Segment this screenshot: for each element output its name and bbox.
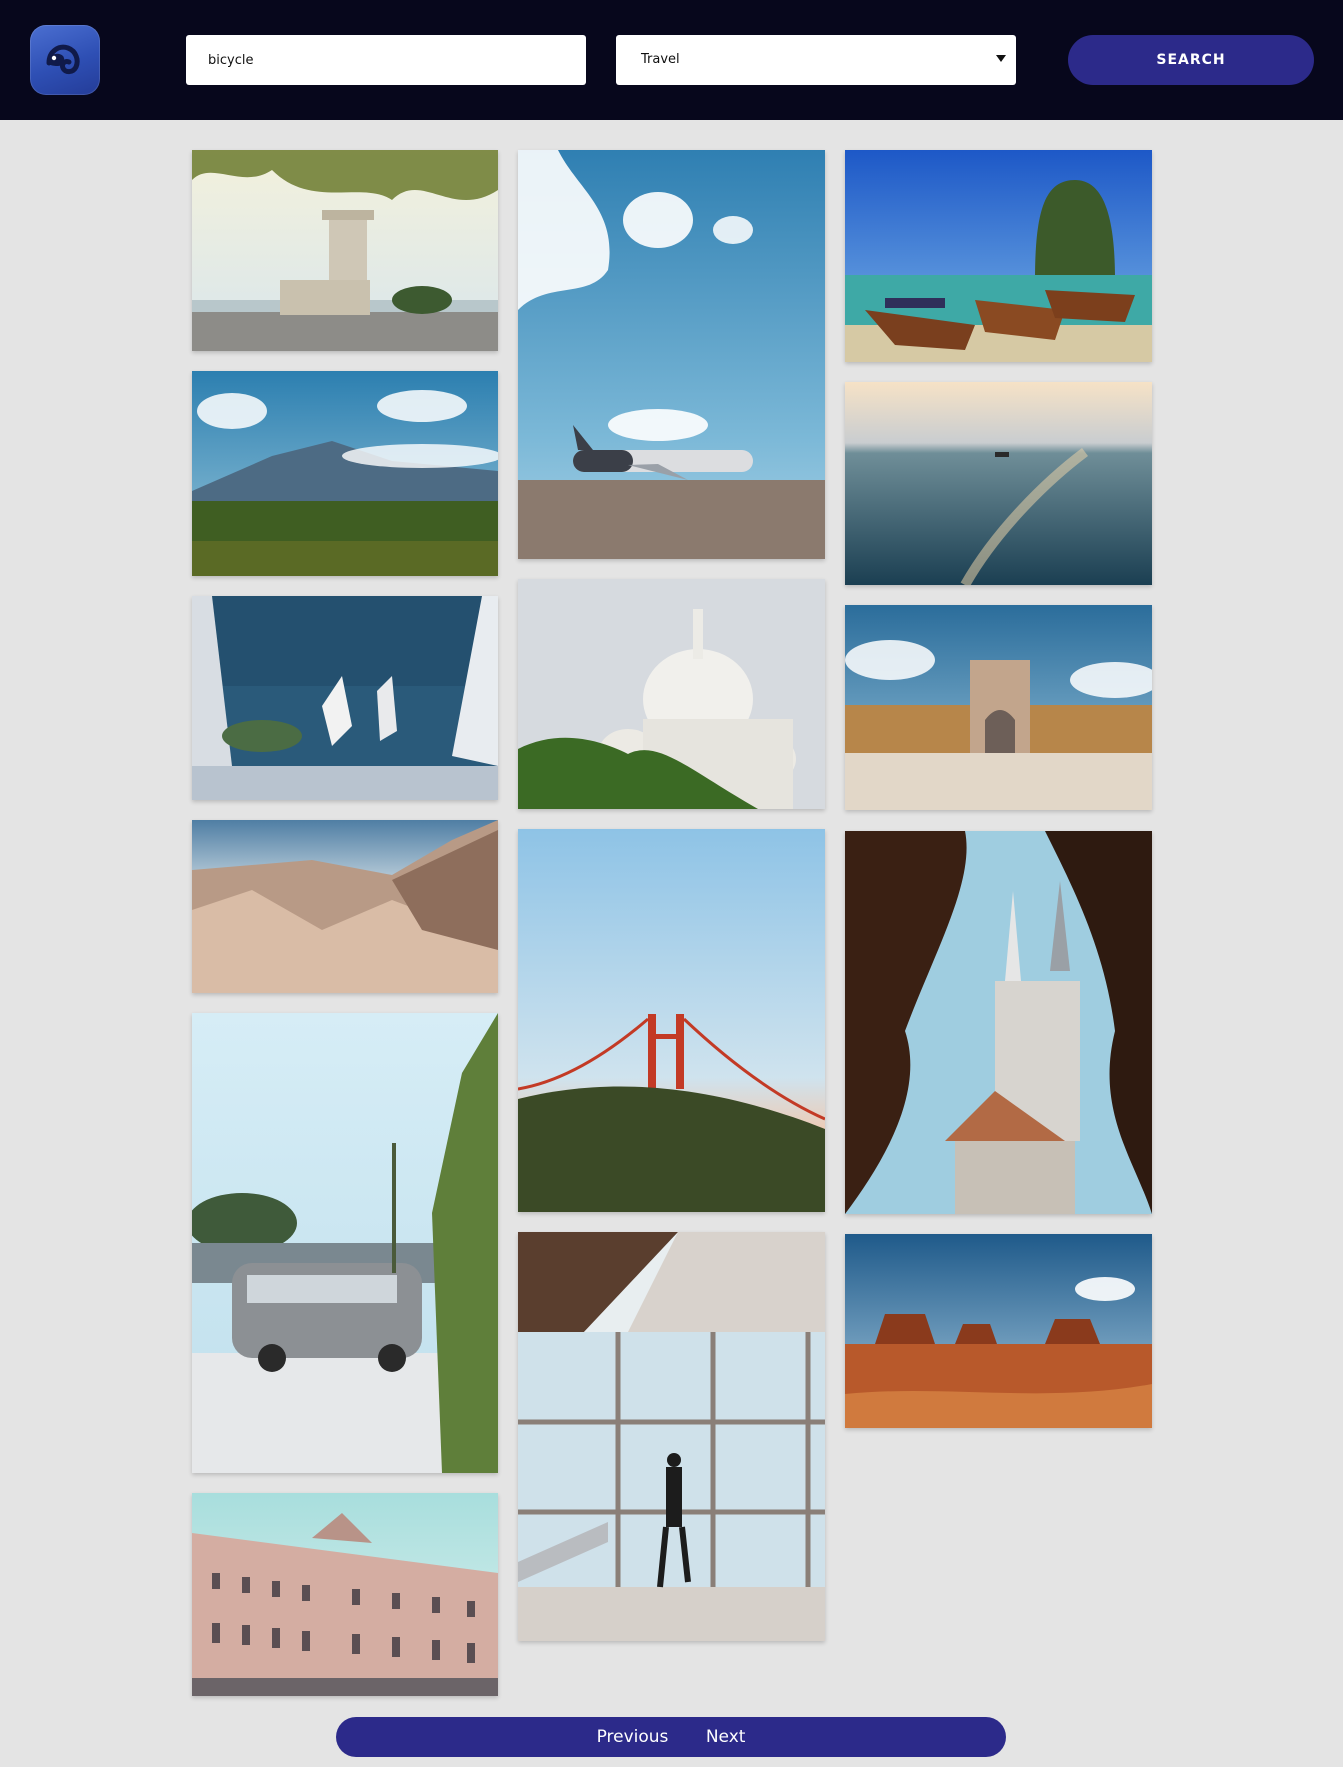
photo-cathedral-spires[interactable] bbox=[845, 831, 1152, 1214]
search-input[interactable] bbox=[186, 35, 586, 85]
caret-down-icon bbox=[996, 55, 1006, 62]
pagination-bar: Previous Next bbox=[336, 1717, 1006, 1757]
photo-sacre-coeur[interactable] bbox=[518, 579, 825, 809]
top-bar: Travel SEARCH bbox=[0, 0, 1343, 120]
chameleon-logo-icon[interactable] bbox=[30, 25, 100, 95]
photo-baroque-palace[interactable] bbox=[192, 1493, 498, 1696]
photo-golden-gate-bridge[interactable] bbox=[518, 829, 825, 1212]
photo-longtail-boats[interactable] bbox=[845, 150, 1152, 362]
category-select-value: Travel bbox=[641, 52, 680, 67]
photo-mountain-valley[interactable] bbox=[192, 371, 498, 576]
photo-ocean-sunset[interactable] bbox=[845, 382, 1152, 585]
photo-santorini-boats[interactable] bbox=[192, 596, 498, 800]
photo-monument-valley[interactable] bbox=[845, 1234, 1152, 1428]
photo-desert-badlands[interactable] bbox=[192, 820, 498, 993]
category-select[interactable]: Travel bbox=[616, 35, 1016, 85]
previous-page-button[interactable]: Previous bbox=[597, 1717, 669, 1757]
next-page-button[interactable]: Next bbox=[706, 1717, 746, 1757]
photo-belem-tower[interactable] bbox=[192, 150, 498, 351]
photo-vintage-van[interactable] bbox=[192, 1013, 498, 1473]
photo-airport-window-man[interactable] bbox=[518, 1232, 825, 1641]
photo-airplane-runway[interactable] bbox=[518, 150, 825, 559]
search-button[interactable]: SEARCH bbox=[1068, 35, 1314, 85]
photo-lisbon-arch-square[interactable] bbox=[845, 605, 1152, 810]
